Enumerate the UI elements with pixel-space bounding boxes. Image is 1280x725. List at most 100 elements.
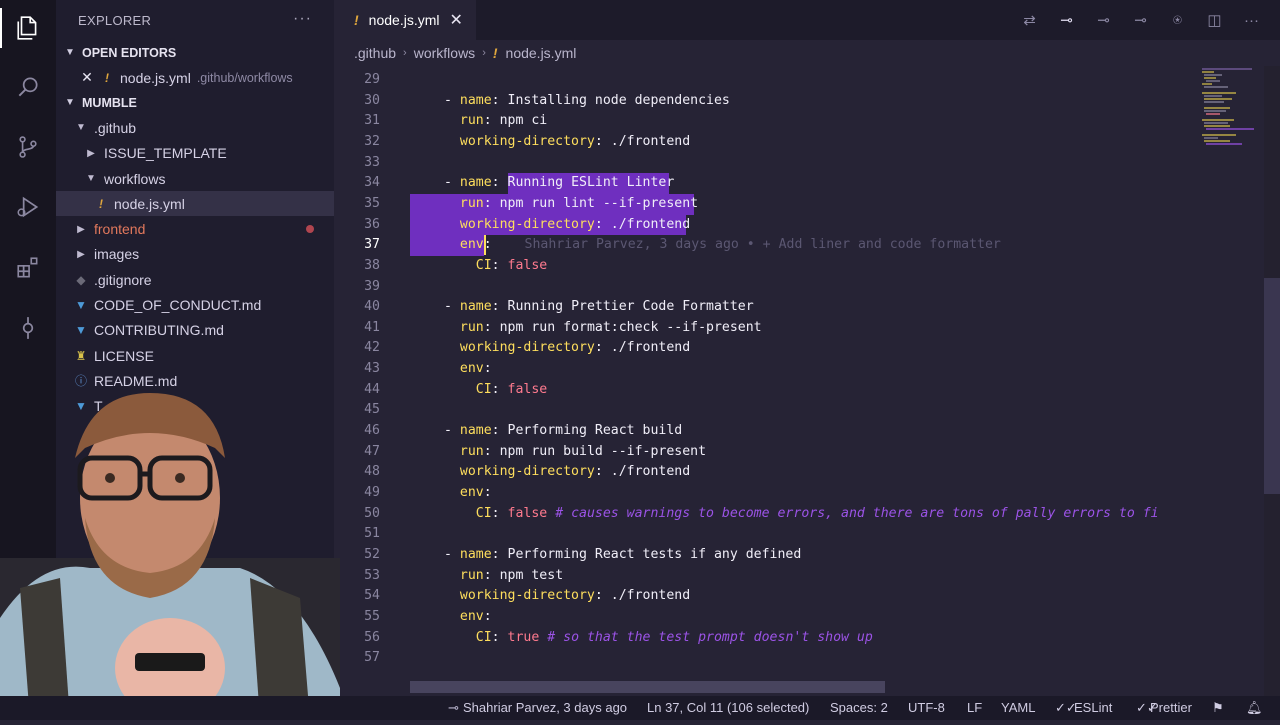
source-control-icon[interactable] bbox=[0, 127, 56, 167]
status-prettier[interactable]: Prettier bbox=[1150, 696, 1192, 720]
line-number: 33 bbox=[364, 154, 380, 170]
code-line[interactable]: 30 - name: Installing node dependencies bbox=[334, 91, 1192, 112]
breadcrumb-item[interactable]: workflows bbox=[414, 45, 475, 61]
project-label: MUMBLE bbox=[82, 95, 137, 110]
code-line[interactable]: 34 - name: Running ESLint Linter bbox=[334, 173, 1192, 194]
status-eslint[interactable]: ESLint bbox=[1074, 696, 1112, 720]
close-icon[interactable]: ✕ bbox=[80, 69, 94, 86]
open-editor-item[interactable]: ✕ ! node.js.yml .github/workflows bbox=[56, 65, 334, 90]
git-lens-icon[interactable]: ⍟ bbox=[1159, 12, 1196, 29]
git-commit-icon[interactable]: ⊸ bbox=[1048, 11, 1085, 29]
chevron-down-icon: ▼ bbox=[65, 97, 75, 109]
split-editor-icon[interactable]: ◫ bbox=[1196, 11, 1233, 29]
vertical-scrollbar-thumb[interactable] bbox=[1264, 278, 1280, 494]
horizontal-scrollbar-thumb[interactable] bbox=[410, 681, 885, 693]
code-line[interactable]: 47 run: npm run build --if-present bbox=[334, 442, 1192, 463]
tree-item-issue-template[interactable]: ▶ ISSUE_TEMPLATE bbox=[56, 141, 334, 166]
code-line[interactable]: 38 CI: false bbox=[334, 256, 1192, 277]
code-line[interactable]: 39 bbox=[334, 277, 1192, 298]
code-line[interactable]: 50 CI: false # causes warnings to become… bbox=[334, 504, 1192, 525]
status-eol[interactable]: LF bbox=[967, 696, 982, 720]
code-line[interactable]: 35 run: npm run lint --if-present bbox=[334, 194, 1192, 215]
code-text: - name: Installing node dependencies bbox=[444, 92, 730, 108]
open-editors-section[interactable]: ▼ OPEN EDITORS bbox=[56, 40, 334, 65]
code-line[interactable]: 53 run: npm test bbox=[334, 566, 1192, 587]
code-line[interactable]: 29 bbox=[334, 70, 1192, 91]
chevron-right-icon: ▶ bbox=[87, 147, 95, 159]
code-line[interactable]: 46 - name: Performing React build bbox=[334, 421, 1192, 442]
status-indentation[interactable]: Spaces: 2 bbox=[830, 696, 888, 720]
tree-item-gitignore[interactable]: ◆ .gitignore bbox=[56, 267, 334, 292]
code-line[interactable]: 57 bbox=[334, 648, 1192, 669]
line-number: 53 bbox=[364, 567, 380, 583]
tree-item-images[interactable]: ▶ images bbox=[56, 242, 334, 267]
tree-item-frontend[interactable]: ▶ frontend bbox=[56, 216, 334, 241]
tree-item-node-js-yml[interactable]: ! node.js.yml bbox=[56, 191, 334, 217]
status-encoding[interactable]: UTF-8 bbox=[908, 696, 945, 720]
code-text: CI: true # so that the test prompt doesn… bbox=[475, 629, 873, 645]
code-text: run: npm ci bbox=[459, 113, 548, 129]
code-line[interactable]: 51 bbox=[334, 524, 1192, 545]
code-line[interactable]: 41 run: npm run format:check --if-presen… bbox=[334, 318, 1192, 339]
code-line[interactable]: 36 working-directory: ./frontend bbox=[334, 215, 1192, 236]
files-icon[interactable] bbox=[0, 8, 56, 48]
line-number: 38 bbox=[364, 257, 380, 273]
status-blame[interactable]: Shahriar Parvez, 3 days ago bbox=[463, 696, 627, 720]
more-actions-icon[interactable]: ··· bbox=[293, 10, 312, 28]
open-editors-label: OPEN EDITORS bbox=[82, 45, 177, 60]
close-tab-icon[interactable]: ✕ bbox=[449, 10, 462, 30]
code-text: - name: Performing React build bbox=[444, 423, 683, 439]
code-line[interactable]: 55 env: bbox=[334, 607, 1192, 628]
extensions-icon[interactable] bbox=[0, 248, 56, 288]
timeline-icon[interactable] bbox=[0, 308, 56, 348]
chevron-down-icon: ▼ bbox=[86, 173, 96, 185]
feedback-icon[interactable]: ⚑ bbox=[1212, 696, 1224, 720]
line-number: 57 bbox=[364, 650, 380, 666]
tree-item-contributing[interactable]: ▼ CONTRIBUTING.md bbox=[56, 318, 334, 343]
previous-change-icon[interactable]: ⊸ bbox=[1085, 11, 1122, 29]
code-line[interactable]: 44 CI: false bbox=[334, 380, 1192, 401]
minimap[interactable] bbox=[1192, 66, 1264, 696]
run-debug-icon[interactable] bbox=[0, 187, 56, 227]
line-number: 52 bbox=[364, 546, 380, 562]
next-change-icon[interactable]: ⊸ bbox=[1122, 11, 1159, 29]
code-line[interactable]: 54 working-directory: ./frontend bbox=[334, 586, 1192, 607]
code-line[interactable]: 49 env: bbox=[334, 483, 1192, 504]
code-line[interactable]: 48 working-directory: ./frontend bbox=[334, 462, 1192, 483]
code-line[interactable]: 31 run: npm ci bbox=[334, 111, 1192, 132]
code-line[interactable]: 43 env: bbox=[334, 359, 1192, 380]
code-line[interactable]: 56 CI: true # so that the test prompt do… bbox=[334, 628, 1192, 649]
code-line[interactable]: 32 working-directory: ./frontend bbox=[334, 132, 1192, 153]
code-line[interactable]: 45 bbox=[334, 400, 1192, 421]
more-actions-icon[interactable]: ··· bbox=[1233, 12, 1270, 29]
project-section[interactable]: ▼ MUMBLE bbox=[56, 90, 334, 115]
code-line[interactable]: 40 - name: Running Prettier Code Formatte… bbox=[334, 297, 1192, 318]
status-language[interactable]: YAML bbox=[1001, 696, 1035, 720]
line-number: 46 bbox=[364, 423, 380, 439]
yaml-file-icon: ! bbox=[105, 70, 109, 85]
breadcrumb-item[interactable]: .github bbox=[354, 45, 396, 61]
tree-item-github[interactable]: ▼ .github bbox=[56, 115, 334, 140]
line-number: 42 bbox=[364, 340, 380, 356]
code-line[interactable]: 42 working-directory: ./frontend bbox=[334, 338, 1192, 359]
yaml-file-icon: ! bbox=[99, 196, 103, 211]
line-number: 47 bbox=[364, 443, 380, 459]
open-changes-icon[interactable]: ⇄ bbox=[1011, 11, 1048, 29]
code-line[interactable]: 33 bbox=[334, 153, 1192, 174]
code-line[interactable]: 52 - name: Performing React tests if any … bbox=[334, 545, 1192, 566]
search-icon[interactable] bbox=[0, 67, 56, 107]
status-cursor-position[interactable]: Ln 37, Col 11 (106 selected) bbox=[647, 696, 809, 720]
code-text: env: bbox=[459, 485, 492, 500]
explorer-title: EXPLORER bbox=[78, 12, 152, 28]
notifications-bell-icon[interactable]: 🔔︎ bbox=[1246, 696, 1263, 720]
tab-node-js-yml[interactable]: ! node.js.yml ✕ bbox=[334, 0, 476, 40]
info-file-icon: ⓘ bbox=[74, 374, 87, 389]
tree-item-workflows[interactable]: ▼ workflows bbox=[56, 166, 334, 191]
code-editor[interactable]: 29 30 - name: Installing node dependencies… bbox=[334, 66, 1192, 696]
breadcrumb-item[interactable]: node.js.yml bbox=[506, 45, 577, 61]
tree-item-code-of-conduct[interactable]: ▼ CODE_OF_CONDUCT.md bbox=[56, 292, 334, 317]
tree-item-license[interactable]: ♜ LICENSE bbox=[56, 343, 334, 368]
code-text: - name: Performing React tests if any de… bbox=[444, 546, 802, 562]
code-line[interactable]: 37 env: Shahriar Parvez, 3 days ago • + A… bbox=[334, 235, 1192, 256]
line-number: 48 bbox=[364, 464, 380, 480]
